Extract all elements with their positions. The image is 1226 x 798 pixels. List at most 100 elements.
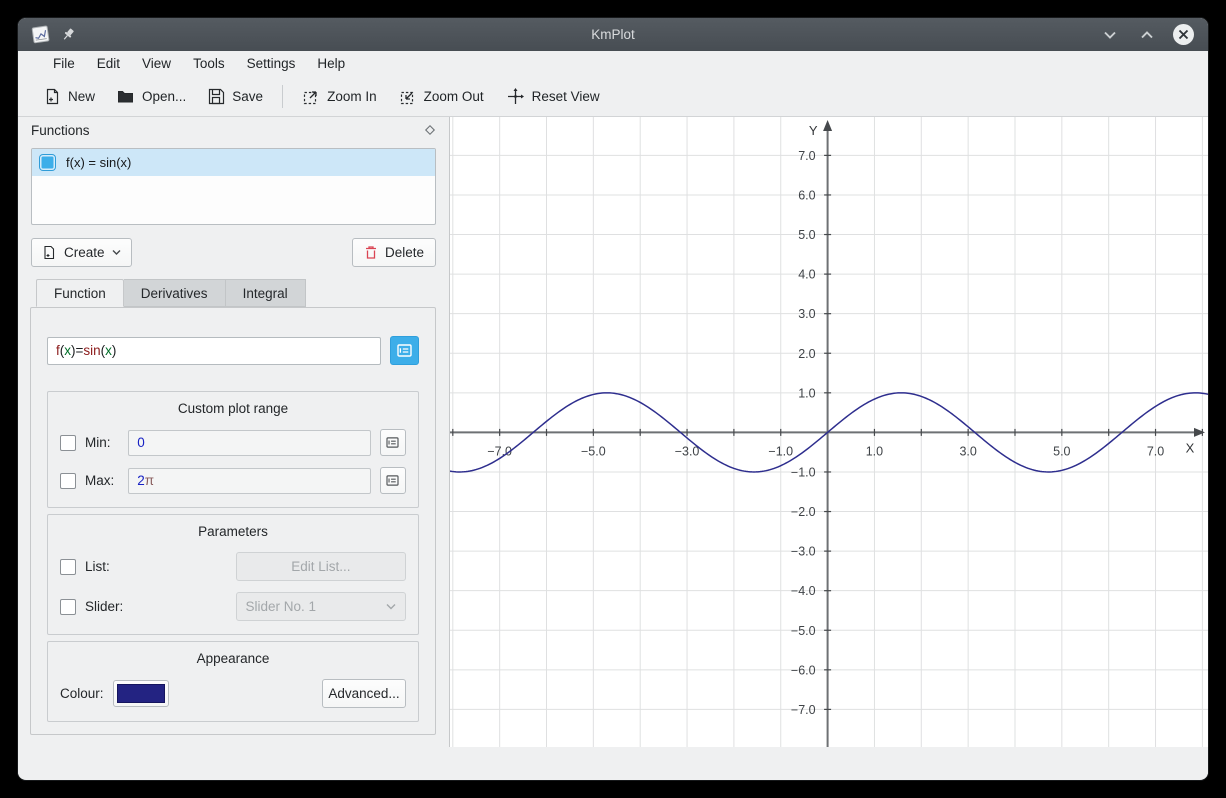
svg-text:−6.0: −6.0 — [791, 663, 816, 677]
slider-select[interactable]: Slider No. 1 — [236, 592, 407, 621]
chevron-down-icon — [112, 249, 121, 256]
svg-text:7.0: 7.0 — [798, 149, 815, 163]
max-checkbox[interactable] — [60, 473, 76, 489]
max-label: Max: — [85, 473, 128, 488]
function-list-label: f(x) = sin(x) — [66, 155, 131, 170]
parameters-group: Parameters List: Edit List... Slider: Sl… — [47, 514, 419, 635]
colour-swatch-button[interactable] — [113, 680, 169, 707]
trash-icon — [364, 245, 378, 260]
function-visible-checkbox[interactable] — [40, 155, 55, 170]
svg-text:5.0: 5.0 — [798, 228, 815, 242]
create-document-icon — [42, 245, 57, 260]
zoom-out-icon — [399, 88, 417, 106]
svg-text:−7.0: −7.0 — [487, 444, 512, 458]
edit-list-button[interactable]: Edit List... — [236, 552, 406, 581]
functions-dock: Functions f(x) = sin(x) Create — [18, 117, 450, 747]
zoom-in-icon — [302, 88, 320, 106]
svg-text:1.0: 1.0 — [866, 444, 883, 458]
custom-plot-range-title: Custom plot range — [60, 401, 406, 416]
max-input[interactable]: 2π — [128, 468, 370, 494]
slider-label: Slider: — [85, 599, 236, 614]
svg-text:−2.0: −2.0 — [791, 505, 816, 519]
appearance-group: Appearance Colour: Advanced... — [47, 641, 419, 722]
zoom-out-button[interactable]: Zoom Out — [390, 82, 493, 112]
titlebar[interactable]: KmPlot — [18, 18, 1208, 51]
plot-svg: −7.0 −5.0 −3.0 −1.0 1.0 3.0 5.0 7.0 −7.0 −6.0 −5.0… — [450, 117, 1208, 747]
save-button[interactable]: Save — [199, 82, 272, 112]
menu-help[interactable]: Help — [306, 51, 356, 77]
reset-view-icon — [506, 87, 525, 106]
list-checkbox[interactable] — [60, 559, 76, 575]
svg-text:−7.0: −7.0 — [791, 703, 816, 717]
svg-text:5.0: 5.0 — [1053, 444, 1070, 458]
menu-settings[interactable]: Settings — [236, 51, 307, 77]
open-button[interactable]: Open... — [108, 82, 195, 112]
svg-text:X: X — [1186, 440, 1195, 455]
advanced-button[interactable]: Advanced... — [322, 679, 406, 708]
slider-checkbox[interactable] — [60, 599, 76, 615]
new-document-icon — [44, 88, 61, 105]
tab-function[interactable]: Function — [36, 279, 124, 307]
appearance-title: Appearance — [60, 651, 406, 666]
menubar: File Edit View Tools Settings Help — [18, 51, 1208, 77]
svg-text:−1.0: −1.0 — [768, 444, 793, 458]
menu-file[interactable]: File — [42, 51, 86, 77]
colour-label: Colour: — [60, 686, 104, 701]
parameters-title: Parameters — [60, 524, 406, 539]
svg-text:2.0: 2.0 — [798, 347, 815, 361]
min-checkbox[interactable] — [60, 435, 76, 451]
custom-plot-range-group: Custom plot range Min: 0 Max: 2π — [47, 391, 419, 508]
function-list-item[interactable]: f(x) = sin(x) — [32, 149, 435, 176]
save-floppy-icon — [208, 88, 225, 105]
min-input[interactable]: 0 — [128, 430, 370, 456]
svg-text:4.0: 4.0 — [798, 268, 815, 282]
max-editor-button[interactable] — [380, 467, 406, 494]
svg-text:3.0: 3.0 — [798, 307, 815, 321]
status-bar — [18, 747, 1208, 779]
function-tab-panel: f(x) = sin(x) Custom plot range Min: 0 — [30, 307, 436, 735]
menu-tools[interactable]: Tools — [182, 51, 236, 77]
close-button[interactable] — [1173, 24, 1194, 45]
zoom-in-button[interactable]: Zoom In — [293, 82, 386, 112]
tab-integral[interactable]: Integral — [226, 279, 306, 307]
menu-view[interactable]: View — [131, 51, 182, 77]
kmplot-window: KmPlot File Edit View Tools Settings Hel… — [18, 18, 1208, 780]
svg-text:−3.0: −3.0 — [791, 545, 816, 559]
toolbar-separator — [282, 85, 283, 108]
svg-text:7.0: 7.0 — [1147, 444, 1164, 458]
pin-icon[interactable] — [61, 27, 76, 42]
float-dock-icon[interactable] — [424, 124, 436, 136]
svg-text:−4.0: −4.0 — [791, 584, 816, 598]
svg-text:1.0: 1.0 — [798, 386, 815, 400]
tab-derivatives[interactable]: Derivatives — [124, 279, 226, 307]
open-folder-icon — [117, 88, 135, 105]
svg-text:−1.0: −1.0 — [791, 465, 816, 479]
equation-editor-button[interactable] — [390, 336, 419, 365]
window-title: KmPlot — [18, 27, 1208, 42]
new-button[interactable]: New — [35, 82, 104, 112]
list-label: List: — [85, 559, 236, 574]
maximize-button[interactable] — [1136, 24, 1158, 46]
app-icon — [31, 25, 50, 44]
svg-text:3.0: 3.0 — [959, 444, 976, 458]
editor-tabs: Function Derivatives Integral — [36, 279, 449, 307]
reset-view-button[interactable]: Reset View — [497, 82, 609, 112]
dock-title: Functions — [31, 123, 90, 138]
delete-button[interactable]: Delete — [352, 238, 436, 267]
svg-text:6.0: 6.0 — [798, 188, 815, 202]
min-label: Min: — [85, 435, 128, 450]
svg-text:−5.0: −5.0 — [581, 444, 606, 458]
chevron-down-icon — [386, 603, 396, 610]
svg-text:−3.0: −3.0 — [675, 444, 700, 458]
plot-canvas[interactable]: −7.0 −5.0 −3.0 −1.0 1.0 3.0 5.0 7.0 −7.0 −6.0 −5.0… — [450, 117, 1208, 747]
svg-text:Y: Y — [809, 123, 818, 138]
menu-edit[interactable]: Edit — [86, 51, 131, 77]
min-editor-button[interactable] — [380, 429, 406, 456]
svg-text:−5.0: −5.0 — [791, 624, 816, 638]
create-button[interactable]: Create — [31, 238, 132, 267]
function-list: f(x) = sin(x) — [31, 148, 436, 225]
toolbar: New Open... Save Zoom In Zoom Out — [18, 77, 1208, 117]
colour-swatch — [117, 684, 165, 703]
equation-input[interactable]: f(x) = sin(x) — [47, 337, 381, 365]
minimize-button[interactable] — [1099, 24, 1121, 46]
